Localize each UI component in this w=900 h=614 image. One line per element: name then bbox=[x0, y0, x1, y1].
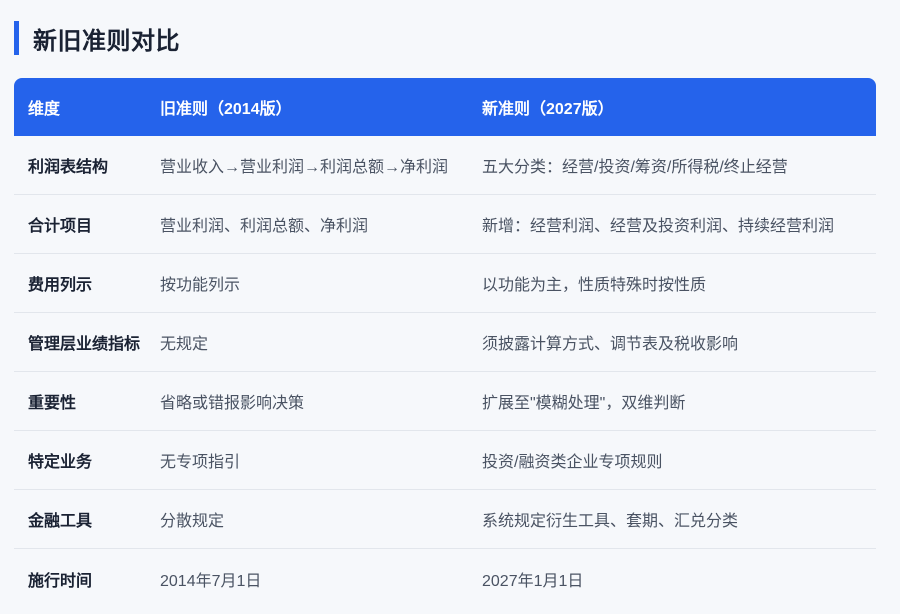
cell-new-standard: 以功能为主，性质特殊时按性质 bbox=[482, 277, 707, 294]
table-row: 管理层业绩指标 无规定 须披露计算方式、调节表及税收影响 bbox=[14, 313, 876, 372]
cell-dimension: 特定业务 bbox=[28, 454, 93, 471]
cell-old-standard: 分散规定 bbox=[160, 513, 225, 530]
cell-new-standard: 扩展至"模糊处理"，双维判断 bbox=[482, 395, 686, 412]
cell-dimension: 合计项目 bbox=[28, 218, 93, 235]
cell-old-standard: 2014年7月1日 bbox=[160, 572, 262, 590]
heading-accent-bar bbox=[14, 21, 19, 55]
cell-new-standard: 系统规定衍生工具、套期、汇兑分类 bbox=[482, 513, 739, 530]
table-row: 金融工具 分散规定 系统规定衍生工具、套期、汇兑分类 bbox=[14, 490, 876, 549]
cell-old-standard: 按功能列示 bbox=[160, 277, 241, 294]
cell-dimension: 重要性 bbox=[28, 395, 77, 412]
section-heading: 新旧准则对比 bbox=[14, 20, 180, 56]
cell-new-standard: 2027年1月1日 bbox=[482, 572, 584, 590]
comparison-table: 维度 旧准则（2014版） 新准则（2027版） 利润表结构 营业收入→营业利润→… bbox=[14, 78, 876, 608]
column-header-old-standard: 旧准则（2014版） bbox=[160, 101, 292, 118]
cell-old-standard: 无专项指引 bbox=[160, 454, 241, 471]
column-header-new-standard: 新准则（2027版） bbox=[482, 101, 614, 118]
cell-old-standard: 营业收入→营业利润→利润总额→净利润 bbox=[160, 159, 449, 176]
table-header: 维度 旧准则（2014版） 新准则（2027版） bbox=[14, 78, 876, 136]
cell-dimension: 利润表结构 bbox=[28, 159, 109, 176]
cell-new-standard: 投资/融资类企业专项规则 bbox=[482, 454, 663, 471]
table-body: 利润表结构 营业收入→营业利润→利润总额→净利润 五大分类：经营/投资/筹资/所得税… bbox=[14, 136, 876, 608]
cell-dimension: 金融工具 bbox=[28, 513, 93, 530]
column-header-dimension: 维度 bbox=[28, 101, 61, 118]
cell-dimension: 费用列示 bbox=[28, 277, 93, 294]
cell-old-standard: 省略或错报影响决策 bbox=[160, 395, 305, 412]
cell-dimension: 施行时间 bbox=[28, 572, 93, 590]
table-row: 利润表结构 营业收入→营业利润→利润总额→净利润 五大分类：经营/投资/筹资/所得税… bbox=[14, 136, 876, 195]
table-row: 费用列示 按功能列示 以功能为主，性质特殊时按性质 bbox=[14, 254, 876, 313]
page: 新旧准则对比 维度 旧准则（2014版） 新准则（2027版） 利润表结构 营业收… bbox=[0, 0, 900, 614]
table-row: 重要性 省略或错报影响决策 扩展至"模糊处理"，双维判断 bbox=[14, 372, 876, 431]
cell-new-standard: 新增：经营利润、经营及投资利润、持续经营利润 bbox=[482, 218, 835, 235]
table-row: 合计项目 营业利润、利润总额、净利润 新增：经营利润、经营及投资利润、持续经营利润 bbox=[14, 195, 876, 254]
cell-new-standard: 须披露计算方式、调节表及税收影响 bbox=[482, 336, 739, 353]
cell-old-standard: 无规定 bbox=[160, 336, 209, 353]
table-row: 特定业务 无专项指引 投资/融资类企业专项规则 bbox=[14, 431, 876, 490]
cell-dimension: 管理层业绩指标 bbox=[28, 336, 141, 353]
table-row: 施行时间 2014年7月1日 2027年1月1日 bbox=[14, 549, 876, 608]
cell-old-standard: 营业利润、利润总额、净利润 bbox=[160, 218, 369, 235]
cell-new-standard: 五大分类：经营/投资/筹资/所得税/终止经营 bbox=[482, 159, 788, 176]
page-title: 新旧准则对比 bbox=[33, 27, 180, 55]
